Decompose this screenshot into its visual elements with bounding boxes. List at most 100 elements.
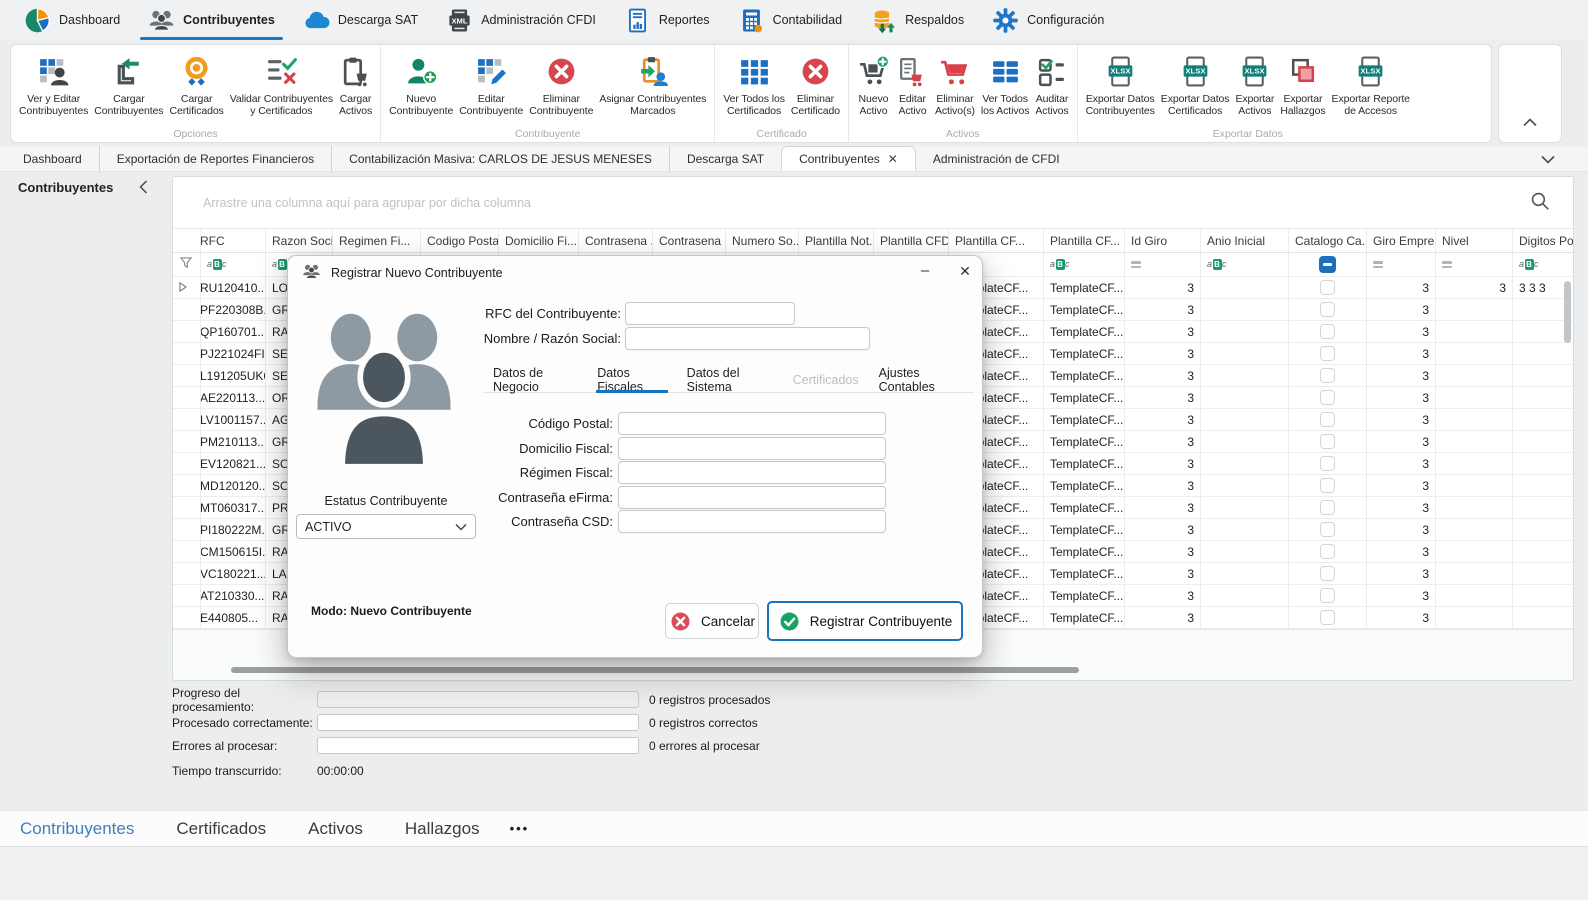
group-by-bar[interactable]: Arrastre una columna aquí para agrupar p… (173, 177, 1573, 228)
cell-ind[interactable] (173, 409, 201, 431)
cell-catalogo[interactable] (1289, 585, 1367, 607)
cell-ind[interactable] (173, 585, 201, 607)
column-header-digitos[interactable]: Digitos Por (1513, 229, 1574, 253)
filter-cell-giro[interactable] (1367, 253, 1436, 277)
nav-item-descarga-sat[interactable]: Descarga SAT (289, 0, 432, 40)
column-header-razon[interactable]: Razon Social (266, 229, 333, 253)
cell-ind[interactable] (173, 299, 201, 321)
ribbon-button-cargar-certificados[interactable]: Cargar Certificados (166, 50, 226, 120)
cell-pcf2[interactable]: TemplateCF... (1044, 277, 1125, 299)
cell-ind[interactable] (173, 277, 201, 299)
row-checkbox[interactable] (1320, 368, 1335, 383)
cell-pcf2[interactable]: TemplateCF... (1044, 343, 1125, 365)
cell-rfc[interactable]: AT210330... (201, 585, 266, 607)
cell-pcf2[interactable]: TemplateCF... (1044, 519, 1125, 541)
cell-idgiro[interactable]: 3 (1125, 607, 1201, 629)
column-header-ind[interactable] (173, 229, 201, 253)
cell-rfc[interactable]: RU120410... (201, 277, 266, 299)
cell-anio[interactable] (1201, 607, 1289, 629)
cell-giro[interactable]: 3 (1367, 519, 1436, 541)
cell-catalogo[interactable] (1289, 497, 1367, 519)
cell-catalogo[interactable] (1289, 519, 1367, 541)
cell-rfc[interactable]: QP160701... (201, 321, 266, 343)
rfc-input[interactable] (625, 302, 795, 325)
filter-cell-idgiro[interactable] (1125, 253, 1201, 277)
cell-idgiro[interactable]: 3 (1125, 387, 1201, 409)
cell-pcf2[interactable]: TemplateCF... (1044, 453, 1125, 475)
nav-item-reportes[interactable]: Reportes (610, 0, 724, 40)
cell-idgiro[interactable]: 3 (1125, 497, 1201, 519)
cell-anio[interactable] (1201, 585, 1289, 607)
cell-nivel[interactable] (1436, 585, 1513, 607)
column-header-pcfdi[interactable]: Plantilla CFDI (874, 229, 949, 253)
cell-idgiro[interactable]: 3 (1125, 585, 1201, 607)
vertical-scrollbar[interactable] (1564, 279, 1571, 627)
ribbon-button-exportar-hallazgos[interactable]: Exportar Hallazgos (1277, 50, 1328, 120)
ribbon-button-ver-y-editar-contribuyentes[interactable]: Ver y Editar Contribuyentes (16, 50, 91, 120)
cell-nivel[interactable] (1436, 343, 1513, 365)
cell-idgiro[interactable]: 3 (1125, 409, 1201, 431)
cell-giro[interactable]: 3 (1367, 453, 1436, 475)
ribbon-button-ver-todos-los-activos[interactable]: Ver Todos los Activos (978, 50, 1033, 120)
cell-nivel[interactable] (1436, 607, 1513, 629)
cell-anio[interactable] (1201, 541, 1289, 563)
field-input-domicilio-fiscal-[interactable] (618, 437, 886, 460)
ribbon-button-editar-activo[interactable]: Editar Activo (893, 50, 932, 120)
cell-nivel[interactable] (1436, 409, 1513, 431)
cell-catalogo[interactable] (1289, 541, 1367, 563)
cell-rfc[interactable]: E440805... (201, 607, 266, 629)
chevron-down-icon[interactable] (1541, 151, 1560, 169)
cell-giro[interactable]: 3 (1367, 585, 1436, 607)
cell-ind[interactable] (173, 321, 201, 343)
nav-item-contribuyentes[interactable]: Contribuyentes (134, 0, 289, 40)
bottom-tab-contribuyentes[interactable]: Contribuyentes (20, 819, 134, 839)
cell-anio[interactable] (1201, 431, 1289, 453)
cell-anio[interactable] (1201, 409, 1289, 431)
nav-item-respaldos[interactable]: Respaldos (856, 0, 978, 40)
column-header-rfc[interactable]: RFC (201, 229, 266, 253)
ribbon-button-eliminar-activo-s-[interactable]: Eliminar Activo(s) (932, 50, 978, 120)
field-input-r-gimen-fiscal-[interactable] (618, 461, 886, 484)
bottom-tab-overflow[interactable]: ••• (510, 821, 530, 836)
column-header-numero[interactable]: Numero So... (726, 229, 799, 253)
chevron-up-icon[interactable] (1523, 114, 1537, 132)
column-header-cp[interactable]: Codigo Postal (421, 229, 499, 253)
nombre-razon-social-input[interactable] (625, 327, 870, 350)
cell-rfc[interactable]: LV1001157... (201, 409, 266, 431)
text-filter-icon[interactable]: aBc (1519, 259, 1539, 270)
column-header-idgiro[interactable]: Id Giro (1125, 229, 1201, 253)
estatus-contribuyente-select[interactable]: ACTIVO (296, 514, 476, 539)
field-input-contrase-a-csd-[interactable] (618, 510, 886, 533)
checkbox-filter-icon[interactable] (1319, 256, 1336, 273)
cell-idgiro[interactable]: 3 (1125, 277, 1201, 299)
cell-giro[interactable]: 3 (1367, 299, 1436, 321)
bottom-tab-hallazgos[interactable]: Hallazgos (405, 819, 480, 839)
cell-rfc[interactable]: MD120120... (201, 475, 266, 497)
document-tab-contabilizaci-n-masiva-carlos-de-jesus-meneses[interactable]: Contabilización Masiva: CARLOS DE JESUS … (331, 146, 669, 171)
cell-anio[interactable] (1201, 475, 1289, 497)
cell-nivel[interactable]: 3 (1436, 277, 1513, 299)
ribbon-button-exportar-datos-certificados[interactable]: XLSXExportar Datos Certificados (1158, 50, 1233, 120)
column-header-domicilio[interactable]: Domicilio Fi... (499, 229, 579, 253)
row-checkbox[interactable] (1320, 522, 1335, 537)
cell-ind[interactable] (173, 431, 201, 453)
field-input-c-digo-postal-[interactable] (618, 412, 886, 435)
cell-idgiro[interactable]: 3 (1125, 541, 1201, 563)
ribbon-button-nuevo-contribuyente[interactable]: Nuevo Contribuyente (386, 50, 456, 120)
column-header-regimen[interactable]: Regimen Fi... (333, 229, 421, 253)
row-checkbox[interactable] (1320, 610, 1335, 625)
chevron-left-icon[interactable] (139, 180, 148, 199)
cell-rfc[interactable]: VC180221... (201, 563, 266, 585)
dialog-tab-ajustes-contables[interactable]: Ajustes Contables (869, 368, 974, 392)
registrar-contribuyente-button[interactable]: Registrar Contribuyente (767, 601, 963, 641)
row-checkbox[interactable] (1320, 302, 1335, 317)
cell-ind[interactable] (173, 453, 201, 475)
ribbon-button-ver-todos-los-certificados[interactable]: Ver Todos los Certificados (720, 50, 788, 120)
row-checkbox[interactable] (1320, 280, 1335, 295)
cell-anio[interactable] (1201, 299, 1289, 321)
cell-ind[interactable] (173, 563, 201, 585)
cell-anio[interactable] (1201, 365, 1289, 387)
expand-row-icon[interactable] (179, 281, 187, 295)
column-header-nivel[interactable]: Nivel (1436, 229, 1513, 253)
cell-anio[interactable] (1201, 497, 1289, 519)
